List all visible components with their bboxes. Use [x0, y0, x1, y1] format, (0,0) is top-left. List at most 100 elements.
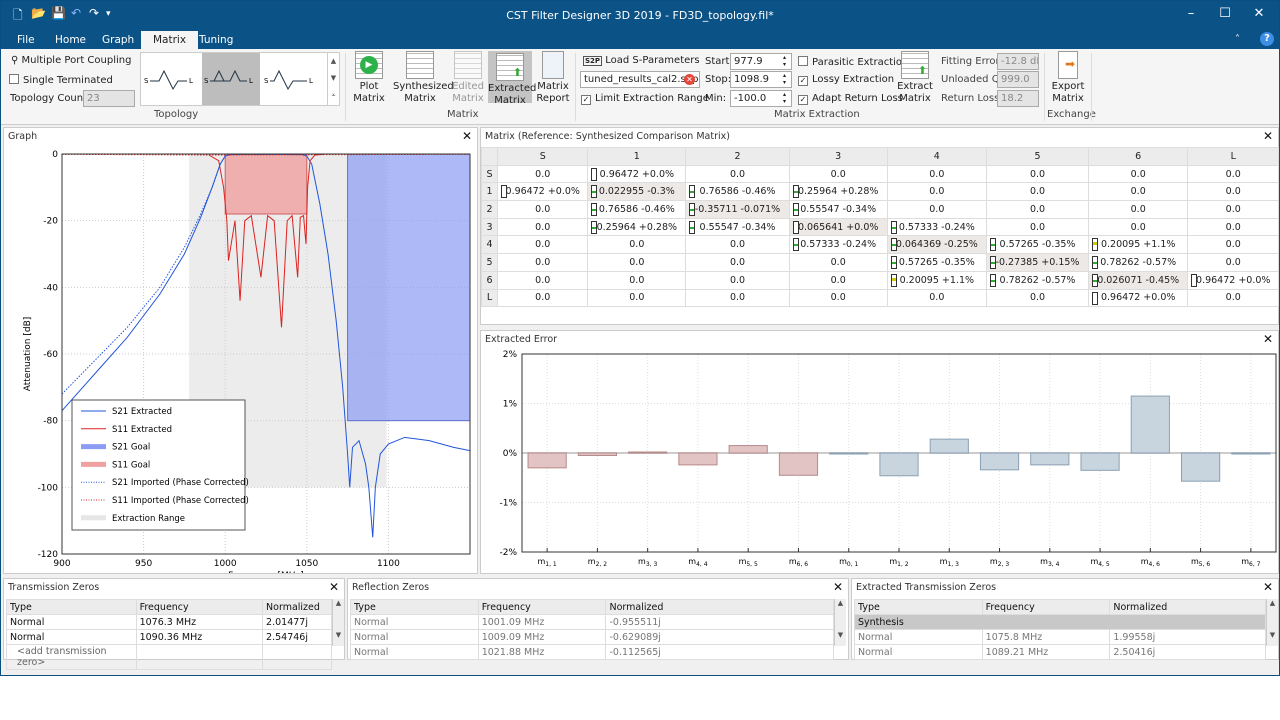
matrix-cell[interactable]: 0.0	[685, 270, 790, 290]
tab-matrix[interactable]: Matrix	[141, 31, 199, 49]
matrix-cell[interactable]: 0.0	[1187, 253, 1279, 272]
matrix-cell[interactable]: 0.57265 -0.35%	[986, 235, 1089, 255]
tab-file[interactable]: File	[9, 31, 43, 49]
matrix-cell[interactable]: 0.0	[986, 164, 1089, 184]
matrix-cell[interactable]: 0.96472 +0.0%	[1187, 270, 1279, 290]
close-icon[interactable]: ✕	[1263, 580, 1273, 594]
help-icon[interactable]: ?	[1260, 32, 1274, 46]
matrix-cell[interactable]: 0.78262 -0.57%	[1087, 253, 1189, 272]
matrix-cell[interactable]: 0.0	[587, 288, 687, 308]
lossy-extraction-checkbox[interactable]: ✓ Lossy Extraction	[798, 74, 894, 86]
limit-extraction-range-checkbox[interactable]: ✓ Limit Extraction Range	[581, 93, 709, 105]
export-matrix-button[interactable]: ➡ Export Matrix	[1049, 51, 1087, 105]
matrix-cell[interactable]: 0.0	[496, 288, 589, 308]
table-row[interactable]: Normal 1076.3 MHz 2.01477j	[6, 614, 332, 630]
close-icon[interactable]: ✕	[329, 580, 339, 594]
matrix-cell[interactable]: 0.026071 -0.45%	[1087, 270, 1189, 290]
matrix-cell[interactable]: 0.57333 -0.24%	[886, 217, 988, 237]
spin-arrows-icon[interactable]: ▴ ▾	[783, 54, 786, 68]
add-row[interactable]: <add transmission zero>	[6, 644, 332, 670]
checkbox-box[interactable]	[9, 74, 19, 84]
matrix-cell[interactable]: 0.25964 +0.28%	[788, 182, 888, 202]
matrix-cell[interactable]: 0.0	[986, 217, 1089, 237]
multiple-port-coupling-button[interactable]: ⚲ Multiple Port Coupling	[11, 55, 131, 66]
matrix-cell[interactable]: 0.57265 -0.35%	[886, 253, 988, 272]
single-terminated-checkbox[interactable]: Single Terminated	[9, 74, 113, 86]
matrix-cell[interactable]: 0.0	[685, 235, 790, 255]
matrix-cell[interactable]: 0.0	[788, 253, 888, 272]
matrix-cell[interactable]: 0.0	[886, 288, 988, 308]
edited-matrix-button[interactable]: Edited Matrix	[451, 51, 485, 105]
minimize-button[interactable]: –	[1179, 6, 1203, 21]
matrix-cell[interactable]: 0.0	[1187, 217, 1279, 237]
matrix-cell[interactable]: 0.0	[1187, 235, 1279, 255]
matrix-cell[interactable]: 0.0	[1087, 217, 1189, 237]
table-row[interactable]: Normal 1089.21 MHz 2.50416j	[854, 644, 1266, 660]
matrix-cell[interactable]: 0.0	[496, 235, 589, 255]
topology-option-2-selected[interactable]: SL	[202, 53, 260, 105]
spin-arrows-icon[interactable]: ▴ ▾	[783, 91, 786, 105]
matrix-cell[interactable]: 0.0	[587, 253, 687, 272]
matrix-cell[interactable]: 0.76586 -0.46%	[587, 200, 687, 219]
table-row[interactable]: Normal 1009.09 MHz -0.629089j	[350, 629, 834, 645]
matrix-cell[interactable]: 0.20095 +1.1%	[1087, 235, 1189, 255]
parasitic-extraction-checkbox[interactable]: Parasitic Extraction	[798, 56, 908, 68]
matrix-cell[interactable]: 0.0	[1187, 200, 1279, 219]
matrix-cell[interactable]: 0.78262 -0.57%	[986, 270, 1089, 290]
matrix-cell[interactable]: 0.0	[788, 164, 888, 184]
close-icon[interactable]: ✕	[462, 129, 472, 143]
load-s-parameters-button[interactable]: S2P Load S-Parameters	[583, 55, 700, 66]
extract-matrix-button[interactable]: ⬆ Extract Matrix	[897, 51, 933, 105]
tab-graph[interactable]: Graph	[94, 31, 142, 49]
matrix-cell[interactable]: 0.0	[496, 164, 589, 184]
matrix-cell[interactable]: 0.57333 -0.24%	[788, 235, 888, 255]
checkbox-checked[interactable]: ✓	[798, 95, 808, 105]
matrix-cell[interactable]: 0.0	[788, 270, 888, 290]
table-row[interactable]: Normal 1075.8 MHz 1.99558j	[854, 629, 1266, 645]
matrix-cell[interactable]: 0.0	[986, 288, 1089, 308]
extracted-matrix-button[interactable]: ⬆ Extracted Matrix	[488, 51, 536, 106]
matrix-cell[interactable]: -0.27385 +0.15%	[986, 253, 1089, 272]
matrix-cell[interactable]: 0.0	[685, 253, 790, 272]
matrix-cell[interactable]: 0.0	[1187, 182, 1279, 202]
matrix-cell[interactable]: 0.0	[886, 200, 988, 219]
spin-arrows-icon[interactable]: ▴ ▾	[783, 72, 786, 86]
adapt-return-loss-checkbox[interactable]: ✓ Adapt Return Loss	[798, 93, 903, 105]
topology-option-3[interactable]: SL	[263, 55, 321, 103]
matrix-cell[interactable]: 0.0	[587, 270, 687, 290]
matrix-cell[interactable]: 0.0	[788, 288, 888, 308]
matrix-cell[interactable]: 0.0	[986, 200, 1089, 219]
matrix-cell[interactable]: 0.76586 -0.46%	[685, 182, 790, 202]
matrix-cell[interactable]: 0.0	[685, 288, 790, 308]
table-row[interactable]: Normal 1090.36 MHz 2.54746j	[6, 629, 332, 645]
matrix-cell[interactable]: 0.0	[986, 182, 1089, 202]
matrix-cell[interactable]: 0.55547 -0.34%	[788, 200, 888, 219]
close-icon[interactable]: ✕	[833, 580, 843, 594]
scrollbar[interactable]: ▲ ▼	[834, 599, 846, 646]
tab-home[interactable]: Home	[47, 31, 94, 49]
matrix-cell[interactable]: 0.0	[496, 217, 589, 237]
table-row[interactable]: Normal 1021.88 MHz -0.112565j	[350, 644, 834, 660]
matrix-cell[interactable]: 0.20095 +1.1%	[886, 270, 988, 290]
table-row[interactable]: Normal 1001.09 MHz -0.955511j	[350, 614, 834, 630]
matrix-cell[interactable]: 0.0	[1187, 288, 1279, 308]
close-icon[interactable]: ✕	[1263, 129, 1273, 143]
checkbox-box[interactable]	[798, 56, 808, 66]
matrix-cell[interactable]: 0.0	[496, 200, 589, 219]
matrix-cell[interactable]: 0.25964 +0.28%	[587, 217, 687, 237]
matrix-cell[interactable]: 0.0	[1087, 200, 1189, 219]
gallery-scroll[interactable]: ▲ ▼ ⩡	[327, 53, 339, 105]
close-button[interactable]: ✕	[1247, 6, 1271, 21]
plot-matrix-button[interactable]: ▶ Plot Matrix	[351, 51, 387, 105]
matrix-cell[interactable]: 0.0	[886, 182, 988, 202]
matrix-cell[interactable]: 0.96472 +0.0%	[587, 164, 687, 184]
synthesized-matrix-button[interactable]: Synthesized Matrix	[393, 51, 454, 105]
checkbox-checked[interactable]: ✓	[581, 95, 591, 105]
matrix-cell[interactable]: 0.022955 -0.3%	[587, 182, 687, 202]
topology-option-1[interactable]: SL	[143, 55, 199, 103]
clear-file-icon[interactable]: ✕	[684, 74, 695, 85]
matrix-cell[interactable]: 0.96472 +0.0%	[1087, 288, 1189, 308]
scrollbar[interactable]: ▲ ▼	[1266, 599, 1278, 646]
collapse-ribbon-icon[interactable]: ˄	[1227, 31, 1248, 49]
matrix-cell[interactable]: -0.35711 -0.071%	[685, 200, 790, 219]
